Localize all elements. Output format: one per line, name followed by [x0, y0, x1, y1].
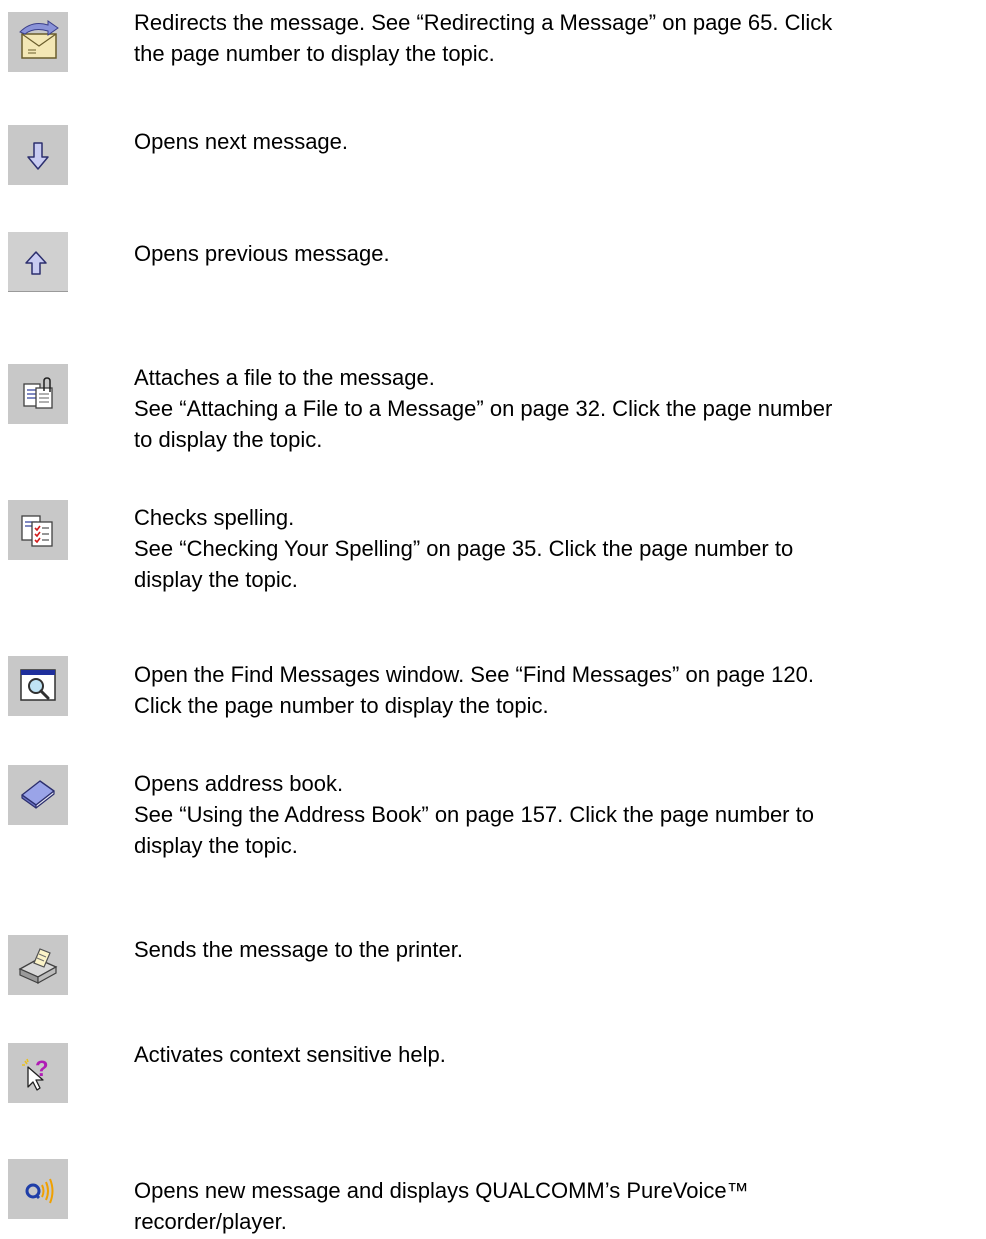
spell-check-icon[interactable] — [8, 500, 68, 560]
up-arrow-icon[interactable] — [8, 232, 68, 292]
desc-line: Sends the message to the printer. — [134, 937, 463, 962]
purevoice-icon[interactable] — [8, 1159, 68, 1219]
desc-line: See “Checking Your Spelling” on page 35.… — [134, 536, 794, 561]
row-description: Opens address book. See “Using the Addre… — [134, 768, 984, 861]
context-help-icon[interactable]: ? — [8, 1043, 68, 1103]
desc-line: Redirects the message. See “Redirecting … — [134, 10, 833, 35]
desc-line: Opens next message. — [134, 129, 349, 154]
desc-line: Open the Find Messages window. See “Find… — [134, 662, 814, 687]
address-book-icon[interactable] — [8, 765, 68, 825]
desc-line: See “Using the Address Book” on page 157… — [134, 802, 814, 827]
svg-text:?: ? — [35, 1056, 48, 1081]
row-description: Opens new message and displays QUALCOMM’… — [134, 1175, 984, 1237]
desc-line: Opens new message and displays QUALCOMM’… — [134, 1178, 749, 1203]
row-description: Opens previous message. — [134, 238, 984, 269]
desc-line: to display the topic. — [134, 427, 323, 452]
desc-line: Activates context sensitive help. — [134, 1042, 446, 1067]
desc-line: Click the page number to display the top… — [134, 693, 549, 718]
row-description: Redirects the message. See “Redirecting … — [134, 7, 984, 69]
row-description: Sends the message to the printer. — [134, 934, 984, 965]
redirect-envelope-icon[interactable] — [8, 12, 68, 72]
row-description: Checks spelling. See “Checking Your Spel… — [134, 502, 984, 595]
row-description: Open the Find Messages window. See “Find… — [134, 659, 984, 721]
desc-line: display the topic. — [134, 567, 298, 592]
desc-line: display the topic. — [134, 833, 298, 858]
desc-line: Attaches a file to the message. — [134, 365, 435, 390]
desc-line: See “Attaching a File to a Message” on p… — [134, 396, 833, 421]
desc-line: the page number to display the topic. — [134, 41, 495, 66]
desc-line: Checks spelling. — [134, 505, 295, 530]
row-description: Activates context sensitive help. — [134, 1039, 984, 1070]
find-messages-icon[interactable] — [8, 656, 68, 716]
row-description: Attaches a file to the message. See “Att… — [134, 362, 984, 455]
printer-icon[interactable] — [8, 935, 68, 995]
row-description: Opens next message. — [134, 126, 984, 157]
attach-file-icon[interactable] — [8, 364, 68, 424]
down-arrow-icon[interactable] — [8, 125, 68, 185]
desc-line: Opens address book. — [134, 771, 344, 796]
desc-line: Opens previous message. — [134, 241, 390, 266]
desc-line: recorder/player. — [134, 1209, 287, 1234]
